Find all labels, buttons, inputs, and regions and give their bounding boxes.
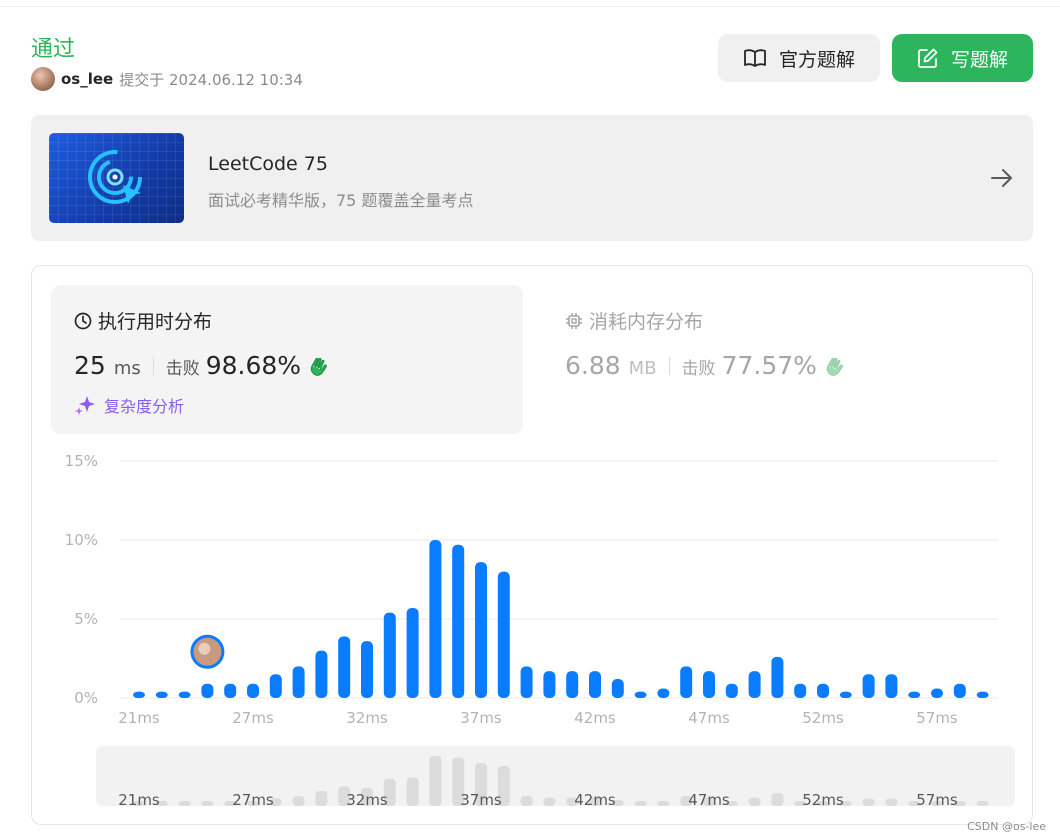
- overview-tick-label: 42ms: [574, 791, 616, 809]
- study-plan-banner[interactable]: LeetCode 75 面试必考精华版，75 题覆盖全量考点: [31, 115, 1033, 241]
- user-avatar[interactable]: [31, 67, 55, 91]
- chart-bar: [543, 671, 556, 698]
- chart-bar: [566, 671, 579, 698]
- study-plan-title: LeetCode 75: [208, 153, 328, 175]
- username[interactable]: os_lee: [61, 70, 113, 88]
- chart-bar: [133, 691, 145, 698]
- chart-bar: [155, 691, 168, 698]
- x-tick-label: 47ms: [688, 709, 730, 727]
- chart-bar: [885, 674, 898, 698]
- chart-bar: [908, 691, 921, 698]
- distribution-card: 执行用时分布 25 ms 击败 98.68% 复杂度分析 消耗内存分布 6.88…: [31, 265, 1033, 825]
- runtime-distribution-chart: 15% 10% 5% 0% 21ms 27ms 32ms 37ms 42ms 47ms 52ms 57…: [65, 452, 998, 809]
- chart-bar: [361, 641, 373, 698]
- y-tick-label: 0%: [74, 689, 98, 707]
- x-tick-label: 37ms: [460, 709, 502, 727]
- overview-tick-label: 32ms: [346, 791, 388, 809]
- chart-bar: [725, 683, 738, 698]
- y-tick-label: 5%: [74, 610, 98, 628]
- x-tick-label: 27ms: [232, 709, 274, 727]
- overview-bar: [748, 797, 761, 806]
- overview-bar: [976, 801, 989, 806]
- x-tick-label: 21ms: [118, 709, 160, 727]
- overview-tick-label: 37ms: [460, 791, 502, 809]
- chart-bar: [429, 540, 442, 698]
- overview-tick-label: 21ms: [118, 791, 160, 809]
- chart-bar: [247, 683, 259, 698]
- overview-bar: [885, 798, 898, 806]
- y-tick-label: 10%: [65, 531, 98, 549]
- overview-tick-label: 52ms: [802, 791, 844, 809]
- overview-bar: [292, 796, 305, 806]
- chart-bar: [224, 683, 237, 698]
- overview-tick-label: 27ms: [232, 791, 274, 809]
- chart-bar: [611, 679, 624, 698]
- chart-bar: [406, 607, 419, 698]
- chart-bar: [771, 656, 784, 698]
- x-tick-label: 42ms: [574, 709, 616, 727]
- chart-bar: [862, 674, 875, 698]
- edit-icon: [918, 48, 938, 68]
- chart-bar: [953, 683, 966, 698]
- study-plan-subtitle: 面试必考精华版，75 题覆盖全量考点: [208, 191, 474, 210]
- study-plan-image: [49, 133, 184, 223]
- chart-bar: [475, 562, 487, 698]
- y-tick-label: 15%: [65, 452, 98, 470]
- target-cursor-icon: [88, 150, 142, 204]
- user-marker-face: [198, 642, 211, 655]
- overview-bar: [201, 801, 214, 806]
- submission-status: 通过: [31, 37, 76, 62]
- chart-bar: [315, 650, 328, 698]
- chart-bar: [817, 683, 829, 698]
- write-solution-button[interactable]: 写题解: [892, 34, 1033, 82]
- chart-bar: [452, 544, 465, 698]
- submit-time: 提交于 2024.06.12 10:34: [119, 70, 303, 89]
- chart-bar: [497, 571, 510, 698]
- x-tick-label: 52ms: [802, 709, 844, 727]
- chart-bar: [748, 671, 761, 698]
- overview-bar: [862, 798, 875, 806]
- overview-tick-label: 47ms: [688, 791, 730, 809]
- chart-bar: [657, 688, 670, 698]
- chart-bar: [292, 666, 305, 698]
- chart-bar: [976, 691, 989, 698]
- official-solution-button[interactable]: 官方题解: [718, 34, 880, 82]
- overview-bar: [771, 793, 784, 806]
- book-icon: [744, 49, 766, 67]
- overview-bar: [406, 777, 419, 806]
- overview-bar: [520, 796, 533, 806]
- submitter-info: os_lee 提交于 2024.06.12 10:34: [31, 67, 303, 91]
- chart-bar: [269, 674, 282, 698]
- watermark: CSDN @os-lee: [967, 820, 1046, 833]
- overview-bar: [543, 797, 556, 806]
- chart-bar: [680, 666, 693, 698]
- chart-bar: [931, 688, 943, 698]
- write-solution-label: 写题解: [950, 48, 1008, 71]
- arrow-right-icon[interactable]: [989, 165, 1015, 191]
- chart-bar: [338, 636, 351, 698]
- chart-bar: [383, 612, 396, 698]
- overview-bar: [634, 801, 647, 806]
- chart-bar: [589, 671, 601, 698]
- official-solution-label: 官方题解: [778, 48, 855, 71]
- x-tick-label: 32ms: [346, 709, 388, 727]
- chart-bar: [634, 691, 647, 698]
- overview-bar: [429, 756, 442, 806]
- x-tick-label: 57ms: [916, 709, 958, 727]
- chart-bar: [703, 671, 715, 698]
- chart-bar: [201, 683, 214, 698]
- overview-bar: [315, 791, 328, 806]
- chart-bar: [520, 666, 533, 698]
- overview-tick-label: 57ms: [916, 791, 958, 809]
- top-divider: [0, 6, 1060, 7]
- chart-bar: [178, 691, 191, 698]
- chart-bar: [794, 683, 807, 698]
- chart-bar: [839, 691, 852, 698]
- overview-bar: [657, 801, 670, 806]
- overview-bar: [178, 801, 191, 806]
